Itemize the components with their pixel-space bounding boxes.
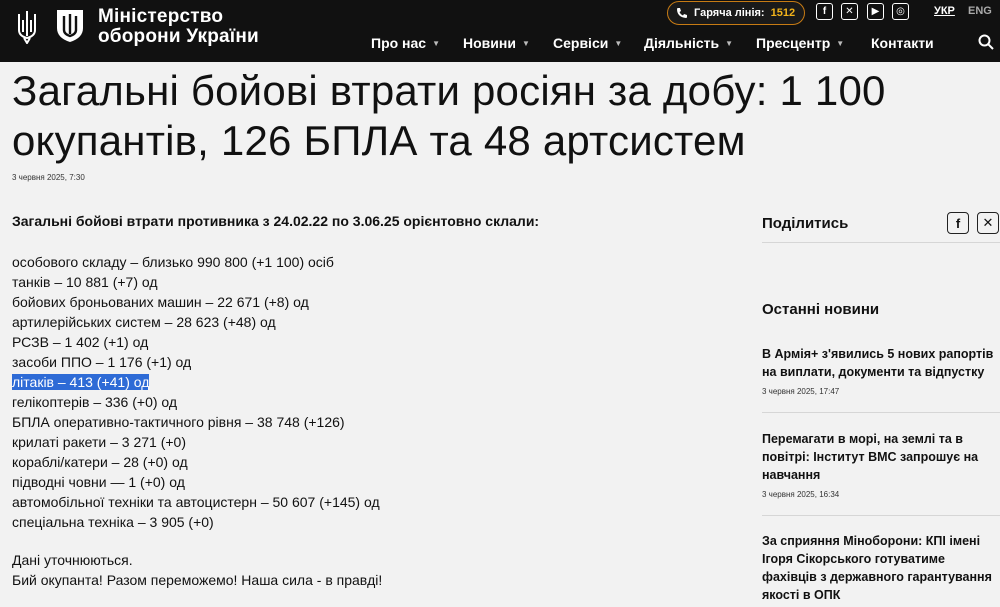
share-divider xyxy=(762,242,1000,243)
list-item: крилаті ракети ‒ 3 271 (+0) xyxy=(12,434,186,450)
x-twitter-icon[interactable]: ✕ xyxy=(841,3,858,20)
nav-about-label: Про нас xyxy=(371,35,427,51)
latest-news-title: Останні новини xyxy=(762,301,880,318)
main-nav: Про нас ▼ Новини ▼ Сервіси ▼ Діяльність ▼ Пр… xyxy=(0,35,1000,53)
article-lead: Загальні бойові втрати противника з 24.0… xyxy=(12,213,540,229)
nav-activity-label: Діяльність xyxy=(644,35,720,51)
nav-press-center[interactable]: Пресцентр ▼ xyxy=(756,35,844,51)
youtube-icon[interactable]: ▶ xyxy=(867,3,884,20)
lang-ukr[interactable]: УКР xyxy=(934,5,955,17)
phone-icon xyxy=(677,8,687,18)
article-title: Загальні бойові втрати росіян за добу: 1… xyxy=(12,67,886,164)
list-item: засоби ППО ‒ 1 176 (+1) од xyxy=(12,354,192,370)
hotline-number: 1512 xyxy=(770,7,796,19)
list-item: кораблі/катери ‒ 28 (+0) од xyxy=(12,454,188,470)
news-divider xyxy=(762,515,1000,516)
list-item: автомобільної техніки та автоцистерн – 5… xyxy=(12,494,380,510)
list-item: танків ‒ 10 881 (+7) од xyxy=(12,274,158,290)
nav-contacts-label: Контакти xyxy=(871,35,934,51)
news-item[interactable]: Перемагати в морі, на землі та в повітрі… xyxy=(762,430,1000,499)
hotline-label: Гаряча лінія: xyxy=(694,7,765,19)
losses-list: особового складу ‒ близько 990 800 (+1 1… xyxy=(12,252,380,532)
facebook-icon[interactable]: f xyxy=(816,3,833,20)
list-item: гелікоптерів – 336 (+0) од xyxy=(12,394,178,410)
search-icon[interactable] xyxy=(978,34,994,50)
chevron-down-icon: ▼ xyxy=(432,39,441,48)
site-header: Міністерство оборони України Гаряча ліні… xyxy=(0,0,1000,62)
chevron-down-icon: ▼ xyxy=(725,39,734,48)
share-title: Поділитись xyxy=(762,215,849,232)
news-item-title[interactable]: Перемагати в морі, на землі та в повітрі… xyxy=(762,430,1000,484)
selected-text[interactable]: літаків – 413 (+41) од xyxy=(12,374,150,390)
lang-eng[interactable]: ENG xyxy=(968,5,992,17)
instagram-icon[interactable]: ◎ xyxy=(892,3,909,20)
list-item: спеціальна техніка ‒ 3 905 (+0) xyxy=(12,514,214,530)
news-item-title[interactable]: За сприяння Міноборони: КПІ імені Ігоря … xyxy=(762,532,1000,604)
nav-about[interactable]: Про нас ▼ xyxy=(371,35,440,51)
article-date: 3 червня 2025, 7:30 xyxy=(12,173,85,182)
chevron-down-icon: ▼ xyxy=(521,39,530,48)
list-item: РСЗВ – 1 402 (+1) од xyxy=(12,334,149,350)
news-item[interactable]: В Армія+ з'явились 5 нових рапортів на в… xyxy=(762,345,1000,396)
article-footer: Дані уточнюються. Бий окупанта! Разом пе… xyxy=(12,550,382,590)
nav-services-label: Сервіси xyxy=(553,35,609,51)
nav-news-label: Новини xyxy=(463,35,516,51)
list-item: артилерійських систем – 28 623 (+48) од xyxy=(12,314,276,330)
nav-services[interactable]: Сервіси ▼ xyxy=(553,35,622,51)
news-item[interactable]: За сприяння Міноборони: КПІ імені Ігоря … xyxy=(762,532,1000,604)
brand-line-1: Міністерство xyxy=(98,6,224,27)
news-item-title[interactable]: В Армія+ з'явились 5 нових рапортів на в… xyxy=(762,345,1000,381)
nav-activity[interactable]: Діяльність ▼ xyxy=(644,35,733,51)
chevron-down-icon: ▼ xyxy=(614,39,623,48)
list-item: особового складу ‒ близько 990 800 (+1 1… xyxy=(12,254,334,270)
nav-news[interactable]: Новини ▼ xyxy=(463,35,530,51)
chevron-down-icon: ▼ xyxy=(836,39,845,48)
news-divider xyxy=(762,412,1000,413)
footer-line-2: Бий окупанта! Разом переможемо! Наша сил… xyxy=(12,572,383,588)
news-item-date: 3 червня 2025, 17:47 xyxy=(762,387,840,396)
list-item-selected: літаків – 413 (+41) од xyxy=(12,372,380,392)
footer-line-1: Дані уточнюються. xyxy=(12,552,133,568)
nav-contacts[interactable]: Контакти xyxy=(871,35,934,51)
news-item-date: 3 червня 2025, 16:34 xyxy=(762,490,840,499)
share-x-icon[interactable]: ✕ xyxy=(977,212,999,234)
list-item: бойових броньованих машин ‒ 22 671 (+8) … xyxy=(12,294,309,310)
list-item: БПЛА оперативно-тактичного рівня – 38 74… xyxy=(12,414,345,430)
nav-press-label: Пресцентр xyxy=(756,35,831,51)
list-item: підводні човни — 1 (+0) од xyxy=(12,474,185,490)
hotline-button[interactable]: Гаряча лінія: 1512 xyxy=(667,1,806,25)
share-facebook-icon[interactable]: f xyxy=(947,212,969,234)
